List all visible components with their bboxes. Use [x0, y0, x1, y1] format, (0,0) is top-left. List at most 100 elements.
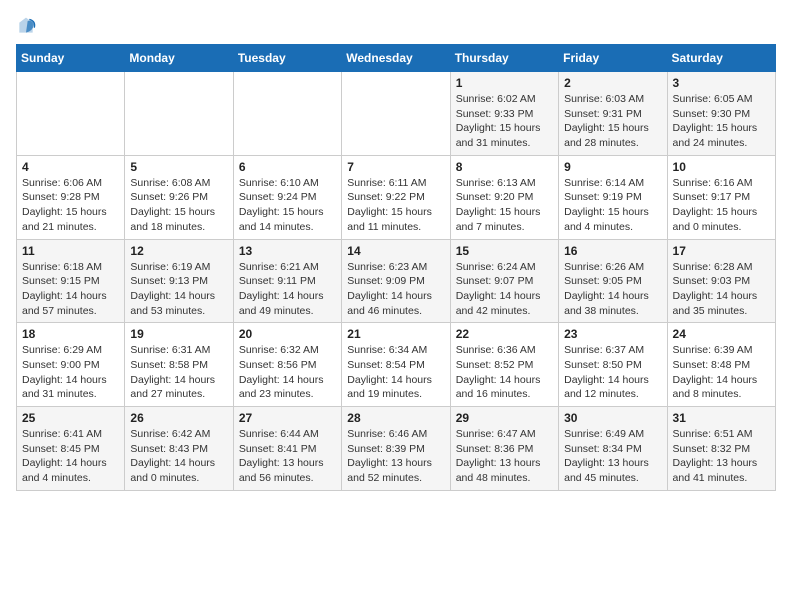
calendar-cell: 18Sunrise: 6:29 AM Sunset: 9:00 PM Dayli…: [17, 323, 125, 407]
day-info: Sunrise: 6:42 AM Sunset: 8:43 PM Dayligh…: [130, 427, 227, 486]
day-number: 28: [347, 411, 444, 425]
calendar-cell: [233, 72, 341, 156]
day-number: 24: [673, 327, 770, 341]
day-info: Sunrise: 6:06 AM Sunset: 9:28 PM Dayligh…: [22, 176, 119, 235]
calendar-cell: 3Sunrise: 6:05 AM Sunset: 9:30 PM Daylig…: [667, 72, 775, 156]
day-info: Sunrise: 6:10 AM Sunset: 9:24 PM Dayligh…: [239, 176, 336, 235]
day-number: 25: [22, 411, 119, 425]
day-number: 17: [673, 244, 770, 258]
day-info: Sunrise: 6:02 AM Sunset: 9:33 PM Dayligh…: [456, 92, 553, 151]
calendar-cell: [125, 72, 233, 156]
calendar-cell: [17, 72, 125, 156]
logo: [16, 16, 40, 36]
calendar-cell: 7 Sunrise: 6:11 AM Sunset: 9:22 PM Daylig…: [342, 155, 450, 239]
day-number: 15: [456, 244, 553, 258]
day-number: 8: [456, 160, 553, 174]
day-info: Sunrise: 6:11 AM Sunset: 9:22 PM Dayligh…: [347, 176, 444, 235]
day-info: Sunrise: 6:44 AM Sunset: 8:41 PM Dayligh…: [239, 427, 336, 486]
day-number: 22: [456, 327, 553, 341]
calendar-cell: 10Sunrise: 6:16 AM Sunset: 9:17 PM Dayli…: [667, 155, 775, 239]
calendar-cell: 1 Sunrise: 6:02 AM Sunset: 9:33 PM Daylig…: [450, 72, 558, 156]
day-number: 14: [347, 244, 444, 258]
day-info: Sunrise: 6:49 AM Sunset: 8:34 PM Dayligh…: [564, 427, 661, 486]
day-info: Sunrise: 6:36 AM Sunset: 8:52 PM Dayligh…: [456, 343, 553, 402]
day-info: Sunrise: 6:16 AM Sunset: 9:17 PM Dayligh…: [673, 176, 770, 235]
day-number: 29: [456, 411, 553, 425]
day-number: 12: [130, 244, 227, 258]
calendar-week-row: 11Sunrise: 6:18 AM Sunset: 9:15 PM Dayli…: [17, 239, 776, 323]
day-number: 1: [456, 76, 553, 90]
weekday-header-thursday: Thursday: [450, 45, 558, 72]
calendar-cell: 25 Sunrise: 6:41 AM Sunset: 8:45 PM Dayli…: [17, 407, 125, 491]
calendar-cell: 28 Sunrise: 6:46 AM Sunset: 8:39 PM Dayli…: [342, 407, 450, 491]
day-info: Sunrise: 6:34 AM Sunset: 8:54 PM Dayligh…: [347, 343, 444, 402]
day-info: Sunrise: 6:14 AM Sunset: 9:19 PM Dayligh…: [564, 176, 661, 235]
day-info: Sunrise: 6:03 AM Sunset: 9:31 PM Dayligh…: [564, 92, 661, 151]
calendar-cell: 31 Sunrise: 6:51 AM Sunset: 8:32 PM Dayli…: [667, 407, 775, 491]
day-info: Sunrise: 6:41 AM Sunset: 8:45 PM Dayligh…: [22, 427, 119, 486]
calendar-cell: 20Sunrise: 6:32 AM Sunset: 8:56 PM Dayli…: [233, 323, 341, 407]
calendar-cell: 17 Sunrise: 6:28 AM Sunset: 9:03 PM Dayli…: [667, 239, 775, 323]
day-info: Sunrise: 6:21 AM Sunset: 9:11 PM Dayligh…: [239, 260, 336, 319]
day-info: Sunrise: 6:19 AM Sunset: 9:13 PM Dayligh…: [130, 260, 227, 319]
calendar-cell: 15Sunrise: 6:24 AM Sunset: 9:07 PM Dayli…: [450, 239, 558, 323]
calendar-cell: 29 Sunrise: 6:47 AM Sunset: 8:36 PM Dayli…: [450, 407, 558, 491]
day-number: 23: [564, 327, 661, 341]
calendar-cell: 23 Sunrise: 6:37 AM Sunset: 8:50 PM Dayli…: [559, 323, 667, 407]
day-number: 18: [22, 327, 119, 341]
calendar-cell: 27 Sunrise: 6:44 AM Sunset: 8:41 PM Dayli…: [233, 407, 341, 491]
day-info: Sunrise: 6:51 AM Sunset: 8:32 PM Dayligh…: [673, 427, 770, 486]
day-number: 3: [673, 76, 770, 90]
calendar-cell: 2 Sunrise: 6:03 AM Sunset: 9:31 PM Daylig…: [559, 72, 667, 156]
calendar-cell: 8 Sunrise: 6:13 AM Sunset: 9:20 PM Daylig…: [450, 155, 558, 239]
weekday-header-saturday: Saturday: [667, 45, 775, 72]
day-number: 21: [347, 327, 444, 341]
day-number: 20: [239, 327, 336, 341]
calendar-week-row: 4 Sunrise: 6:06 AM Sunset: 9:28 PM Daylig…: [17, 155, 776, 239]
calendar-cell: 5 Sunrise: 6:08 AM Sunset: 9:26 PM Daylig…: [125, 155, 233, 239]
calendar-cell: 26 Sunrise: 6:42 AM Sunset: 8:43 PM Dayli…: [125, 407, 233, 491]
day-info: Sunrise: 6:39 AM Sunset: 8:48 PM Dayligh…: [673, 343, 770, 402]
day-info: Sunrise: 6:08 AM Sunset: 9:26 PM Dayligh…: [130, 176, 227, 235]
calendar-cell: [342, 72, 450, 156]
calendar-cell: 19 Sunrise: 6:31 AM Sunset: 8:58 PM Dayli…: [125, 323, 233, 407]
day-number: 31: [673, 411, 770, 425]
page-header: [16, 16, 776, 36]
day-info: Sunrise: 6:37 AM Sunset: 8:50 PM Dayligh…: [564, 343, 661, 402]
calendar-cell: 30 Sunrise: 6:49 AM Sunset: 8:34 PM Dayli…: [559, 407, 667, 491]
calendar-cell: 24 Sunrise: 6:39 AM Sunset: 8:48 PM Dayli…: [667, 323, 775, 407]
day-info: Sunrise: 6:28 AM Sunset: 9:03 PM Dayligh…: [673, 260, 770, 319]
day-number: 27: [239, 411, 336, 425]
day-number: 5: [130, 160, 227, 174]
calendar-cell: 11Sunrise: 6:18 AM Sunset: 9:15 PM Dayli…: [17, 239, 125, 323]
weekday-header-tuesday: Tuesday: [233, 45, 341, 72]
calendar-cell: 22 Sunrise: 6:36 AM Sunset: 8:52 PM Dayli…: [450, 323, 558, 407]
day-number: 19: [130, 327, 227, 341]
calendar-cell: 9Sunrise: 6:14 AM Sunset: 9:19 PM Daylig…: [559, 155, 667, 239]
day-info: Sunrise: 6:31 AM Sunset: 8:58 PM Dayligh…: [130, 343, 227, 402]
day-number: 30: [564, 411, 661, 425]
day-info: Sunrise: 6:47 AM Sunset: 8:36 PM Dayligh…: [456, 427, 553, 486]
calendar-week-row: 18Sunrise: 6:29 AM Sunset: 9:00 PM Dayli…: [17, 323, 776, 407]
calendar-cell: 6 Sunrise: 6:10 AM Sunset: 9:24 PM Daylig…: [233, 155, 341, 239]
calendar-week-row: 25 Sunrise: 6:41 AM Sunset: 8:45 PM Dayli…: [17, 407, 776, 491]
calendar-table: SundayMondayTuesdayWednesdayThursdayFrid…: [16, 44, 776, 491]
day-number: 7: [347, 160, 444, 174]
day-number: 11: [22, 244, 119, 258]
day-number: 4: [22, 160, 119, 174]
generalblue-logo-icon: [16, 16, 36, 36]
weekday-header-wednesday: Wednesday: [342, 45, 450, 72]
day-info: Sunrise: 6:46 AM Sunset: 8:39 PM Dayligh…: [347, 427, 444, 486]
calendar-header-row: SundayMondayTuesdayWednesdayThursdayFrid…: [17, 45, 776, 72]
calendar-cell: 13Sunrise: 6:21 AM Sunset: 9:11 PM Dayli…: [233, 239, 341, 323]
day-number: 26: [130, 411, 227, 425]
weekday-header-monday: Monday: [125, 45, 233, 72]
weekday-header-friday: Friday: [559, 45, 667, 72]
day-info: Sunrise: 6:13 AM Sunset: 9:20 PM Dayligh…: [456, 176, 553, 235]
calendar-cell: 21 Sunrise: 6:34 AM Sunset: 8:54 PM Dayli…: [342, 323, 450, 407]
calendar-week-row: 1 Sunrise: 6:02 AM Sunset: 9:33 PM Daylig…: [17, 72, 776, 156]
day-number: 2: [564, 76, 661, 90]
day-number: 6: [239, 160, 336, 174]
calendar-cell: 16Sunrise: 6:26 AM Sunset: 9:05 PM Dayli…: [559, 239, 667, 323]
weekday-header-sunday: Sunday: [17, 45, 125, 72]
